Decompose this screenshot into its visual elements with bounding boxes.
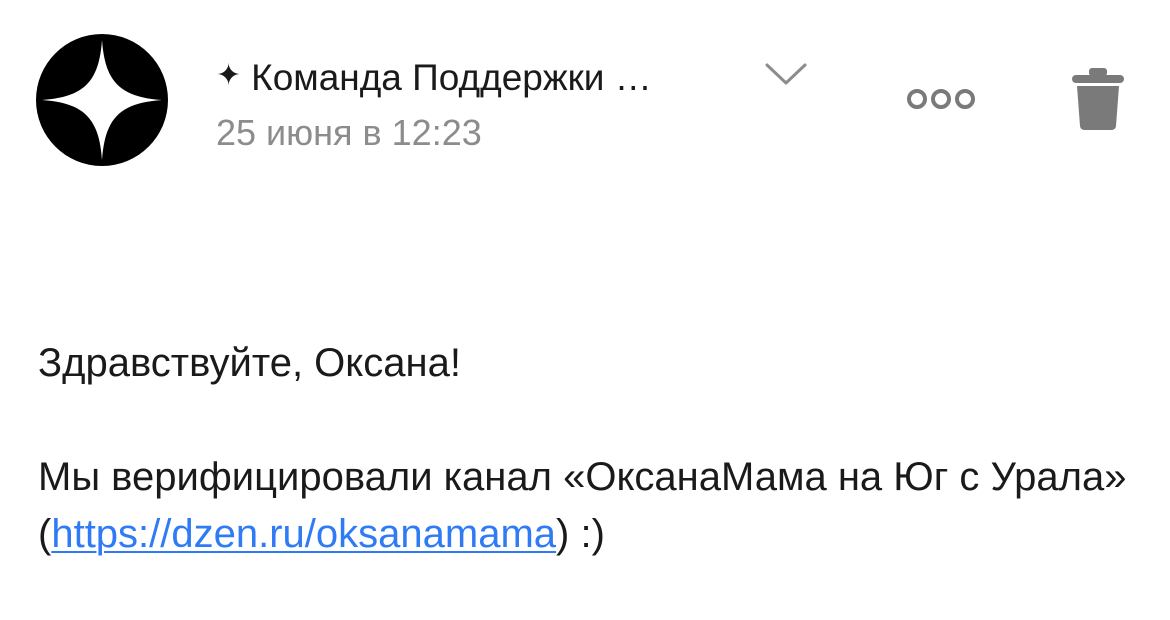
verification-paragraph: Мы верифицировали канал «ОксанаМама на Ю… — [38, 449, 1138, 563]
chevron-down-icon — [765, 63, 807, 85]
message-date: 25 июня в 12:23 — [216, 112, 482, 153]
more-dots-icon — [907, 89, 975, 109]
paragraph-end-text: ) :) — [556, 512, 605, 556]
more-actions-button[interactable] — [905, 86, 977, 112]
trash-icon — [1072, 68, 1124, 130]
expand-sender-button[interactable] — [765, 62, 807, 86]
message-body: Здравствуйте, Оксана! Мы верифицировали … — [38, 335, 1138, 563]
greeting-text: Здравствуйте, Оксана! — [38, 341, 461, 385]
sender-name[interactable]: Команда Поддержки … — [251, 59, 652, 96]
yandex-zen-star-icon — [36, 34, 168, 166]
channel-link[interactable]: https://dzen.ru/oksanamama — [51, 512, 556, 556]
sparkle-icon: ✦ — [216, 59, 242, 92]
delete-button[interactable] — [1070, 66, 1126, 132]
sender-avatar[interactable] — [36, 34, 168, 166]
sender-header[interactable]: ✦ Команда Поддержки … — [216, 52, 652, 102]
